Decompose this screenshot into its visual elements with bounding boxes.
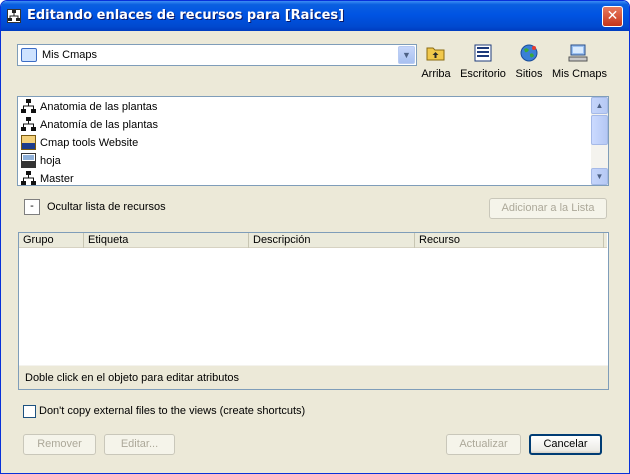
remove-button[interactable]: Remover	[23, 434, 96, 455]
table-hint-text: Doble click en el objeto para editar atr…	[25, 372, 240, 384]
chevron-down-icon[interactable]: ▼	[398, 46, 415, 64]
cmap-icon	[21, 99, 36, 114]
close-button[interactable]: ✕	[602, 6, 623, 27]
column-header-label[interactable]: Etiqueta	[84, 233, 249, 248]
gif-icon	[21, 153, 36, 168]
list-item-label: Anatomia de las plantas	[40, 101, 158, 113]
list-item-label: Cmap tools Website	[40, 137, 139, 149]
nav-sites-label: Sitios	[515, 68, 543, 80]
nav-up[interactable]: Arriba	[421, 44, 451, 80]
nav-my-cmaps-label: Mis Cmaps	[552, 68, 608, 80]
close-icon: ✕	[606, 8, 619, 24]
column-header-resource[interactable]: Recurso	[415, 233, 604, 248]
table-hint-bar: Doble click en el objeto para editar atr…	[19, 365, 608, 389]
cmap-icon	[21, 117, 36, 132]
toggle-resource-list-button[interactable]: -	[24, 199, 40, 215]
list-item[interactable]: Anatomia de las plantas	[21, 98, 591, 116]
cancel-button[interactable]: Cancelar	[529, 434, 602, 455]
globe-icon	[519, 44, 539, 62]
nav-my-cmaps[interactable]: Mis Cmaps	[552, 44, 608, 80]
list-item[interactable]: Master	[21, 170, 591, 188]
nav-up-label: Arriba	[421, 68, 451, 80]
location-select[interactable]: Mis Cmaps ▼	[17, 44, 417, 66]
url-icon	[21, 135, 36, 150]
table-header: Grupo Etiqueta Descripción Recurso	[19, 233, 607, 248]
column-header-description[interactable]: Descripción	[249, 233, 415, 248]
list-item[interactable]: Cmap tools Website	[21, 134, 591, 152]
list-item-label: Anatomía de las plantas	[40, 119, 159, 131]
desktop-icon	[473, 44, 493, 62]
dont-copy-external-files-checkbox[interactable]	[23, 405, 36, 418]
nav-desktop[interactable]: Escritorio	[460, 44, 506, 80]
scroll-thumb[interactable]	[591, 115, 608, 145]
update-button[interactable]: Actualizar	[446, 434, 521, 455]
location-selected-value: Mis Cmaps	[42, 49, 98, 61]
title-bar[interactable]: Editando enlaces de recursos para [Raice…	[1, 1, 629, 31]
list-item-label: hoja	[40, 155, 61, 167]
list-item[interactable]: hoja	[21, 152, 591, 170]
scroll-down-button[interactable]: ▼	[591, 168, 608, 185]
toggle-resource-list-label: Ocultar lista de recursos	[47, 201, 166, 213]
folder-up-icon	[426, 44, 446, 62]
links-table[interactable]: Grupo Etiqueta Descripción Recurso Doble…	[18, 232, 609, 390]
cmap-icon	[21, 171, 36, 186]
cmap-app-icon	[7, 9, 21, 23]
window-title: Editando enlaces de recursos para [Raice…	[27, 8, 345, 23]
nav-desktop-label: Escritorio	[460, 68, 506, 80]
dont-copy-external-files-label: Don't copy external files to the views (…	[39, 405, 306, 417]
dialog-window: Editando enlaces de recursos para [Raice…	[0, 0, 630, 474]
list-item[interactable]: Anatomía de las plantas	[21, 116, 591, 134]
column-header-group[interactable]: Grupo	[19, 233, 84, 248]
add-to-list-button[interactable]: Adicionar a la Lista	[489, 198, 607, 219]
nav-sites[interactable]: Sitios	[513, 44, 545, 80]
scroll-up-button[interactable]: ▲	[591, 97, 608, 114]
edit-button[interactable]: Editar...	[104, 434, 175, 455]
list-item-label: Master	[40, 173, 74, 185]
computer-icon	[568, 44, 588, 62]
cmap-folder-icon	[21, 48, 37, 62]
resource-list[interactable]: Anatomia de las plantas Anatomía de las …	[17, 96, 609, 186]
vertical-scrollbar[interactable]: ▲ ▼	[591, 97, 608, 185]
